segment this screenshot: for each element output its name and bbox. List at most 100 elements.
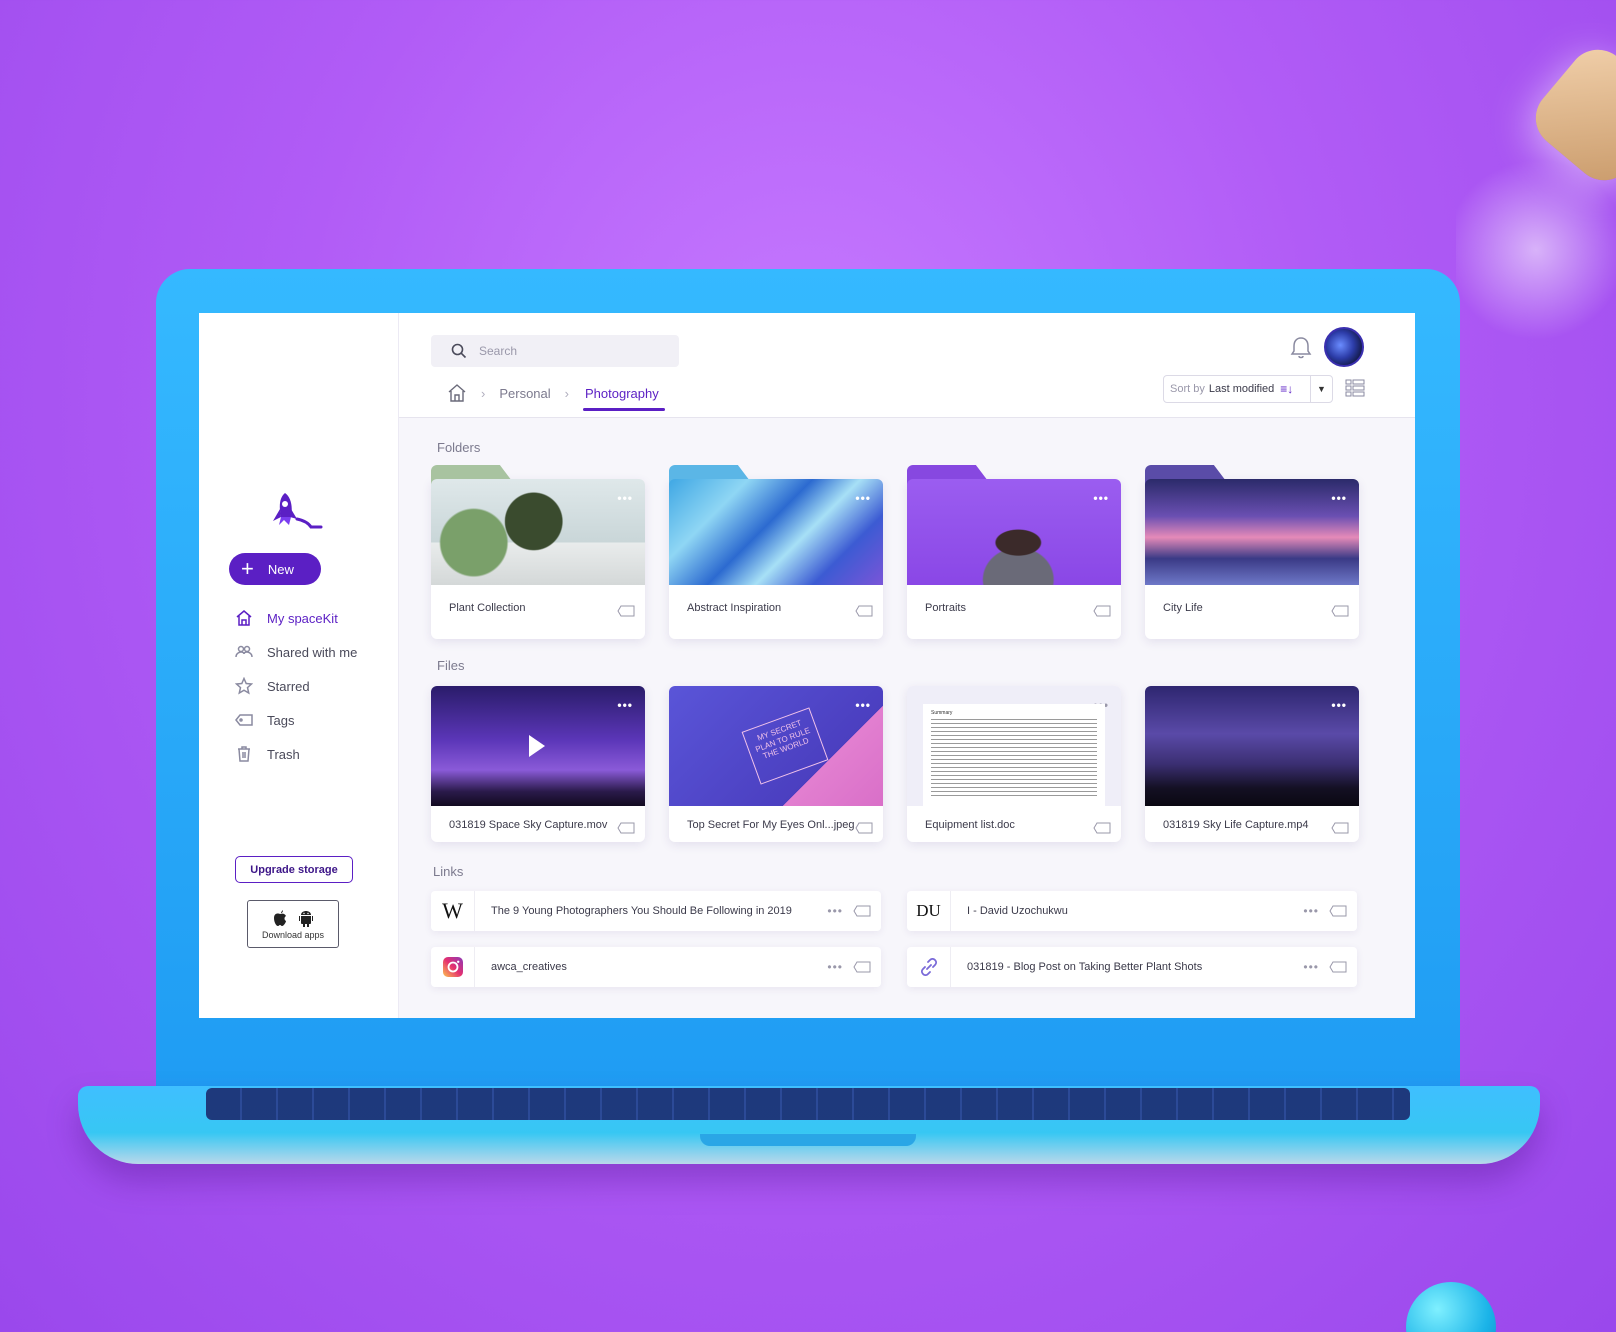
file-thumbnail: ••• Summary: [907, 686, 1121, 806]
file-card[interactable]: ••• 031819 Sky Life Capture.mp4: [1145, 686, 1359, 842]
link-row[interactable]: W The 9 Young Photographers You Should B…: [431, 891, 881, 931]
sidebar-item-starred[interactable]: Starred: [235, 669, 357, 703]
link-row[interactable]: awca_creatives •••: [431, 947, 881, 987]
tag-icon[interactable]: [853, 905, 871, 917]
folder-card[interactable]: ••• Plant Collection: [431, 465, 645, 639]
sidebar-item-label: My spaceKit: [267, 610, 338, 626]
more-options-icon[interactable]: •••: [855, 698, 871, 712]
section-folders: Folders: [437, 440, 481, 455]
home-icon[interactable]: [447, 383, 467, 403]
link-logo-text: DU: [916, 901, 941, 920]
bell-icon[interactable]: [1289, 335, 1313, 361]
avatar[interactable]: [1324, 327, 1364, 367]
file-card[interactable]: ••• 031819 Space Sky Capture.mov: [431, 686, 645, 842]
list-view-icon[interactable]: [1345, 378, 1365, 398]
more-options-icon[interactable]: •••: [1331, 698, 1347, 712]
more-options-icon[interactable]: •••: [617, 491, 633, 505]
folder-name: Portraits: [925, 602, 966, 614]
folder-name: Abstract Inspiration: [687, 602, 782, 614]
download-apps-button[interactable]: Download apps: [247, 900, 339, 948]
tag-icon[interactable]: [1093, 822, 1111, 834]
search-input[interactable]: [479, 344, 639, 358]
sidebar-item-shared-with-me[interactable]: Shared with me: [235, 635, 357, 669]
folder-name: City Life: [1163, 602, 1203, 614]
breadcrumb-personal[interactable]: Personal: [499, 386, 550, 401]
folder-card[interactable]: ••• Portraits: [907, 465, 1121, 639]
sidebar-nav: My spaceKit Shared with me Starred Tags …: [235, 601, 357, 771]
tag-icon[interactable]: [1331, 822, 1349, 834]
more-options-icon[interactable]: •••: [1093, 491, 1109, 505]
rocket-logo-icon: [273, 493, 323, 529]
link-icon: [907, 947, 951, 987]
link-glyph: [920, 958, 937, 976]
link-title: 031819 - Blog Post on Taking Better Plan…: [967, 961, 1203, 973]
sidebar-item-trash[interactable]: Trash: [235, 737, 357, 771]
upgrade-storage-button[interactable]: Upgrade storage: [235, 856, 353, 883]
new-button[interactable]: + New: [229, 553, 321, 585]
doc-heading: Summary: [931, 710, 953, 716]
main-content: › Personal › Photography Sort by Last mo…: [399, 313, 1415, 1018]
more-options-icon[interactable]: •••: [827, 960, 843, 974]
search-bar[interactable]: [431, 335, 679, 367]
apple-icon: [274, 909, 286, 926]
file-card[interactable]: ••• MY SECRET PLAN TO RULE THE WORLD Top…: [669, 686, 883, 842]
chevron-right-icon: ›: [564, 385, 569, 401]
file-thumbnail: •••: [431, 686, 645, 806]
android-icon: [299, 910, 313, 927]
instagram-glyph: [442, 957, 463, 977]
folder-card[interactable]: ••• City Life: [1145, 465, 1359, 639]
file-card[interactable]: ••• Summary Equipment list.doc: [907, 686, 1121, 842]
sidebar-item-label: Tags: [267, 712, 295, 728]
du-logo-icon: DU: [907, 891, 951, 931]
platform-icons: [272, 909, 314, 927]
file-thumbnail: ••• MY SECRET PLAN TO RULE THE WORLD: [669, 686, 883, 806]
laptop-notch: [700, 1134, 916, 1146]
trash-icon: [238, 746, 250, 762]
link-title: awca_creatives: [491, 961, 567, 973]
link-row[interactable]: DU I - David Uzochukwu •••: [907, 891, 1357, 931]
more-options-icon[interactable]: •••: [855, 491, 871, 505]
section-files: Files: [437, 658, 465, 673]
folder-thumbnail: •••: [907, 479, 1121, 585]
notebook-cover-text: MY SECRET PLAN TO RULE THE WORLD: [741, 707, 829, 785]
link-title: The 9 Young Photographers You Should Be …: [491, 905, 792, 917]
sort-value: Last modified: [1208, 383, 1275, 395]
folder-card[interactable]: ••• Abstract Inspiration: [669, 465, 883, 639]
tag-icon[interactable]: [1329, 905, 1347, 917]
w-magazine-logo-icon: W: [431, 891, 475, 931]
sidebar-item-label: Shared with me: [267, 644, 358, 660]
more-options-icon[interactable]: •••: [1331, 491, 1347, 505]
file-name: Top Secret For My Eyes Onl...jpeg: [687, 819, 855, 831]
tag-icon[interactable]: [853, 961, 871, 973]
more-options-icon[interactable]: •••: [1303, 904, 1319, 918]
shared-icon: [235, 645, 253, 658]
chevron-down-icon[interactable]: ▼: [1310, 376, 1332, 402]
more-options-icon[interactable]: •••: [1303, 960, 1319, 974]
play-icon[interactable]: [528, 734, 546, 758]
link-row[interactable]: 031819 - Blog Post on Taking Better Plan…: [907, 947, 1357, 987]
sort-dropdown[interactable]: Sort by Last modified ≡↓ ▼: [1163, 375, 1333, 403]
sidebar-item-my-spacekit[interactable]: My spaceKit: [235, 601, 357, 635]
tag-icon[interactable]: [1331, 605, 1349, 617]
breadcrumb-photography[interactable]: Photography: [583, 386, 665, 411]
link-title: I - David Uzochukwu: [967, 905, 1068, 917]
tag-icon[interactable]: [855, 822, 873, 834]
home-icon: [236, 610, 252, 626]
tag-icon[interactable]: [1329, 961, 1347, 973]
link-logo-text: W: [442, 898, 463, 923]
folder-name: Plant Collection: [449, 602, 526, 614]
folder-thumbnail: •••: [1145, 479, 1359, 585]
sort-label: Sort by: [1170, 383, 1205, 395]
sort-order-icon[interactable]: ≡↓: [1280, 382, 1293, 396]
tag-icon[interactable]: [617, 605, 635, 617]
breadcrumb: › Personal › Photography: [447, 383, 665, 411]
more-options-icon[interactable]: •••: [617, 698, 633, 712]
tag-icon[interactable]: [617, 822, 635, 834]
tag-icon[interactable]: [855, 605, 873, 617]
doc-lines: [931, 719, 1097, 799]
tag-icon[interactable]: [1093, 605, 1111, 617]
plus-icon: +: [241, 556, 254, 581]
more-options-icon[interactable]: •••: [827, 904, 843, 918]
app-screen: + New My spaceKit Shared with me Starred…: [199, 313, 1415, 1018]
sidebar-item-tags[interactable]: Tags: [235, 703, 357, 737]
